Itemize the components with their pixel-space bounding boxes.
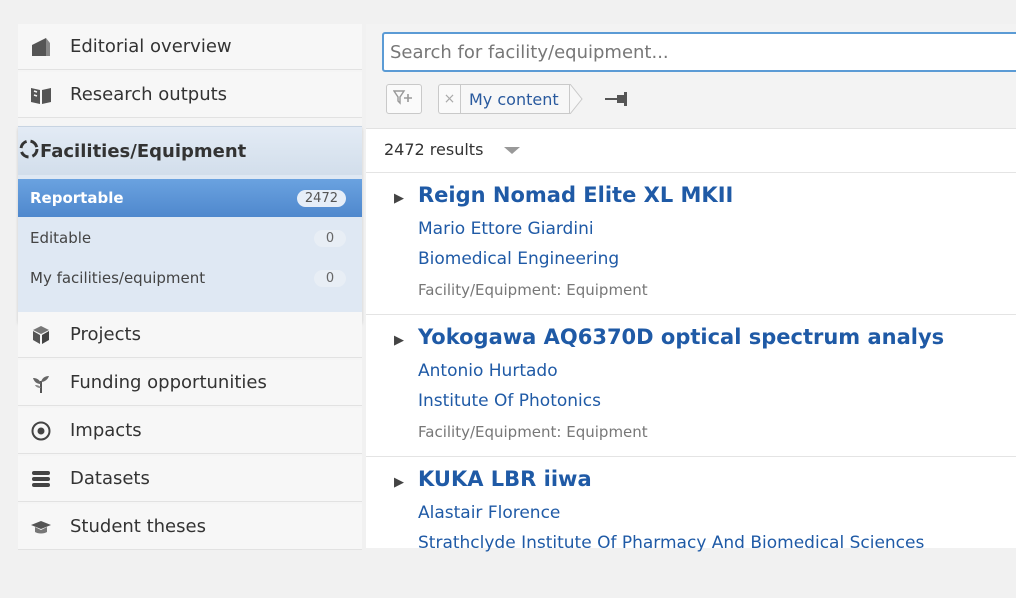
sidebar-item-editable[interactable]: Editable 0 <box>18 219 362 257</box>
result-item: ▶ Yokogawa AQ6370D optical spectrum anal… <box>366 314 1016 456</box>
nav-item-datasets[interactable]: Datasets <box>18 456 362 502</box>
close-icon: × <box>443 91 456 107</box>
nav-item-funding-opportunities[interactable]: Funding opportunities <box>18 360 362 406</box>
sidebar-item-reportable[interactable]: Reportable 2472 <box>18 179 362 217</box>
nav-item-student-theses[interactable]: Student theses <box>18 504 362 550</box>
remove-filter-button[interactable]: × <box>438 84 460 114</box>
result-item: ▶ KUKA LBR iiwa Alastair Florence Strath… <box>366 456 1016 598</box>
nav-label: Datasets <box>70 468 150 489</box>
pin-icon[interactable] <box>604 90 630 112</box>
facilities-icon <box>18 138 40 164</box>
result-person-link[interactable]: Antonio Hurtado <box>418 361 558 381</box>
nav-item-projects[interactable]: Projects <box>18 312 362 358</box>
nav-label: Research outputs <box>70 84 228 105</box>
editorial-icon <box>30 36 52 58</box>
cube-icon <box>30 324 52 346</box>
nav-item-impacts[interactable]: Impacts <box>18 408 362 454</box>
count-badge: 0 <box>314 229 346 247</box>
sub-item-label: My facilities/equipment <box>30 269 206 287</box>
nav-label: Student theses <box>70 516 206 537</box>
sub-item-label: Reportable <box>30 189 124 207</box>
result-title[interactable]: Yokogawa AQ6370D optical spectrum analys <box>418 325 944 349</box>
add-filter-button[interactable] <box>386 84 422 114</box>
expand-triangle-icon[interactable]: ▶ <box>394 333 404 348</box>
result-title[interactable]: Reign Nomad Elite XL MKII <box>418 183 733 207</box>
result-person-link[interactable]: Mario Ettore Giardini <box>418 219 594 239</box>
result-title[interactable]: KUKA LBR iiwa <box>418 467 592 491</box>
nav-item-editorial-overview[interactable]: Editorial overview <box>18 24 362 70</box>
result-organisation-link[interactable]: Institute Of Photonics <box>418 391 601 411</box>
result-organisation-link[interactable]: Biomedical Engineering <box>418 249 619 269</box>
results-count-text: 2472 results <box>384 140 484 159</box>
nav-item-research-outputs[interactable]: Research outputs <box>18 72 362 118</box>
facilities-section: Facilities/Equipment Reportable 2472 Edi… <box>18 126 362 322</box>
nav-label: Funding opportunities <box>70 372 267 393</box>
nav-label: Facilities/Equipment <box>40 140 247 162</box>
chevron-down-icon <box>503 140 521 159</box>
expand-triangle-icon[interactable]: ▶ <box>394 475 404 490</box>
database-icon <box>30 468 52 490</box>
nav-label: Impacts <box>70 420 142 441</box>
search-input[interactable] <box>382 32 1016 72</box>
filter-plus-icon <box>392 89 415 109</box>
sidebar-nav: Editorial overview Research outputs Faci… <box>18 24 362 550</box>
filter-chip-label[interactable]: My content <box>460 84 570 114</box>
expand-triangle-icon[interactable]: ▶ <box>394 191 404 206</box>
count-badge: 0 <box>314 269 346 287</box>
result-type: Facility/Equipment: Equipment <box>418 423 648 441</box>
filter-chip: × My content <box>438 84 584 114</box>
book-icon <box>30 84 52 106</box>
search-toolbar: × My content <box>366 24 1016 129</box>
sub-item-label: Editable <box>30 229 92 247</box>
sidebar-item-my-facilities[interactable]: My facilities/equipment 0 <box>18 259 362 297</box>
nav-item-facilities-equipment[interactable]: Facilities/Equipment <box>18 127 362 175</box>
results-count[interactable]: 2472 results <box>384 140 521 159</box>
count-badge: 2472 <box>296 189 346 207</box>
result-organisation-link[interactable]: Strathclyde Institute Of Pharmacy And Bi… <box>418 533 924 553</box>
target-icon <box>30 420 52 442</box>
chip-arrow-icon <box>569 84 583 114</box>
nav-label: Editorial overview <box>70 36 232 57</box>
sprout-icon <box>30 372 52 394</box>
result-person-link[interactable]: Alastair Florence <box>418 503 560 523</box>
nav-label: Projects <box>70 324 141 345</box>
result-item: ▶ Reign Nomad Elite XL MKII Mario Ettore… <box>366 172 1016 314</box>
graduation-cap-icon <box>30 516 52 538</box>
result-type: Facility/Equipment: Equipment <box>418 281 648 299</box>
main-content: × My content 2472 results ▶ Reign Nomad … <box>366 24 1016 553</box>
